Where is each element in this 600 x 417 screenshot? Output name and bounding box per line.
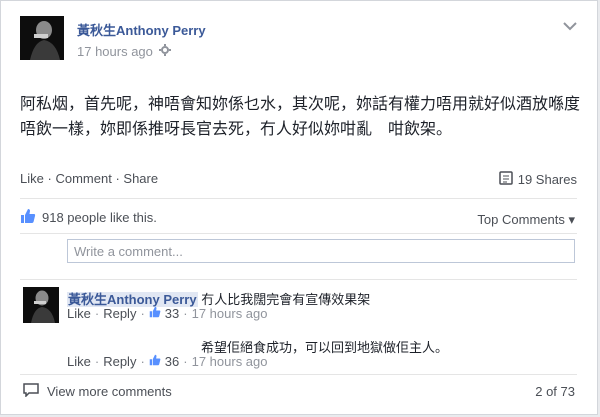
thumbs-up-icon	[149, 354, 161, 369]
shares-icon	[498, 171, 513, 188]
action-separator: ·	[47, 171, 52, 186]
post-time[interactable]: 17 hours ago	[77, 44, 153, 59]
author-avatar[interactable]	[20, 16, 64, 60]
author-name[interactable]: 黃秋生Anthony Perry	[77, 20, 206, 39]
post-meta: 17 hours ago	[77, 44, 171, 59]
comment-button[interactable]: Comment	[55, 171, 111, 186]
public-icon	[158, 44, 171, 59]
comment-input[interactable]: Write a comment...	[67, 239, 575, 263]
likes-summary-text: 918 people like this.	[42, 210, 157, 225]
comment-meta: Like · Reply · 33 · 17 hours ago	[67, 306, 268, 321]
comment-bubble-icon	[23, 383, 39, 400]
thumbs-up-icon	[149, 306, 161, 321]
shares-count[interactable]: 19 Shares	[498, 171, 577, 188]
comment-like-count[interactable]: 36	[165, 354, 179, 369]
post-card: 黃秋生Anthony Perry 17 hours ago 阿私烟，首先呢，神唔…	[0, 0, 598, 415]
comment-author[interactable]: 黃秋生Anthony Perry	[67, 292, 198, 307]
shares-label: 19 Shares	[517, 172, 577, 187]
comment-like-button[interactable]: Like	[67, 354, 91, 369]
comment-meta: Like · Reply · 36 · 17 hours ago	[67, 354, 268, 369]
divider	[20, 233, 577, 234]
divider	[20, 279, 577, 280]
comment-count: 2 of 73	[535, 384, 575, 399]
comment-text: 冇人比我闊完會有宣傳效果架	[201, 292, 371, 307]
likes-summary[interactable]: 918 people like this.	[20, 208, 157, 227]
view-more-comments[interactable]: View more comments	[23, 383, 172, 400]
chevron-down-icon[interactable]	[563, 18, 577, 31]
comment-reply-button[interactable]: Reply	[103, 306, 136, 321]
caret-down-icon: ▾	[568, 212, 575, 227]
divider	[20, 198, 577, 199]
action-separator: ·	[115, 171, 120, 186]
like-button[interactable]: Like	[20, 171, 44, 186]
comment-like-button[interactable]: Like	[67, 306, 91, 321]
comment-like-count[interactable]: 33	[165, 306, 179, 321]
post-body: 阿私烟，首先呢，神唔會知妳係乜水，其次呢，妳話有權力唔用就好似酒放喺度唔飲一樣，…	[20, 96, 581, 138]
post-header: 黃秋生Anthony Perry 17 hours ago	[20, 16, 577, 68]
view-more-label: View more comments	[47, 384, 172, 399]
comment-time[interactable]: 17 hours ago	[192, 354, 268, 369]
thumbs-up-icon	[20, 208, 36, 227]
divider	[20, 374, 577, 375]
commenter-avatar[interactable]	[23, 287, 59, 323]
top-comments-label: Top Comments	[477, 212, 565, 227]
comment-reply-button[interactable]: Reply	[103, 354, 136, 369]
top-comments-dropdown[interactable]: Top Comments ▾	[477, 212, 575, 228]
comment-text: 希望佢絕食成功，可以回到地獄做佢主人。	[201, 340, 449, 355]
comment-time[interactable]: 17 hours ago	[192, 306, 268, 321]
share-button[interactable]: Share	[123, 171, 158, 186]
post-actions: Like · Comment · Share	[20, 171, 158, 186]
